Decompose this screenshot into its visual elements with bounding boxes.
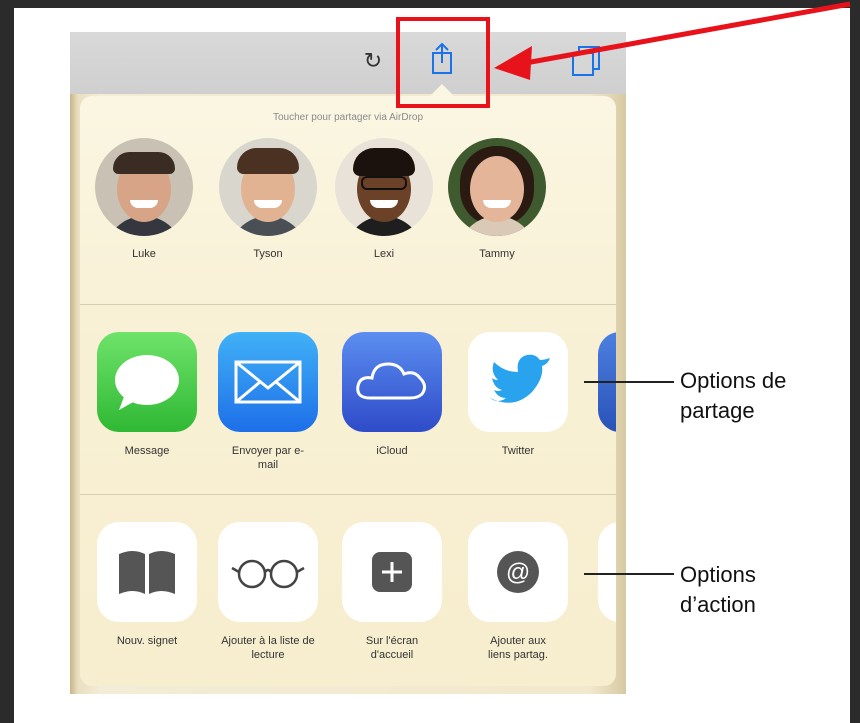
app-label: iCloud [376,445,408,457]
airdrop-contact[interactable]: Tammy [445,138,549,260]
svg-text:@: @ [506,559,530,586]
app-label: Message [124,445,170,457]
action-label: Sur l'écran d'accueil [365,635,419,661]
contact-name: Lexi [373,248,395,260]
app-label: Envoyer par e-mail [231,445,305,471]
bookmark-icon [97,522,197,622]
airdrop-contact[interactable]: Luke [92,138,196,260]
action-add-home[interactable]: Sur l'écran d'accueil [337,522,447,662]
action-reading-list[interactable]: Ajouter à la liste de lecture [216,522,320,662]
action-label: Ajouter aux liens partag. [488,635,548,661]
share-app-twitter[interactable]: Twitter [463,332,573,458]
app-label: Twitter [501,445,535,457]
avatar [448,138,546,236]
icloud-icon [342,332,442,432]
share-app-icloud[interactable]: iCloud [337,332,447,458]
twitter-icon [468,332,568,432]
avatar [219,138,317,236]
section-divider [80,304,616,305]
avatar [95,138,193,236]
pointer-arrow [494,1,851,80]
action-bookmark[interactable]: Nouv. signet [92,522,202,648]
action-shared-links[interactable]: @ Ajouter aux liens partag. [463,522,573,662]
contact-name: Tammy [479,248,515,260]
section-divider [80,494,616,495]
action-label: Ajouter à la liste de lecture [221,635,315,661]
callout-line [584,573,674,575]
reading-list-icon [218,522,318,622]
avatar [335,138,433,236]
add-home-icon [342,522,442,622]
callout-line [584,381,674,383]
callout-action-options: Options d’action [680,562,756,617]
more-actions-icon[interactable] [598,522,616,622]
action-label: Nouv. signet [116,635,178,647]
message-icon [97,332,197,432]
shared-links-icon: @ [468,522,568,622]
mail-icon [218,332,318,432]
share-sheet: Toucher pour partager via AirDrop Luke T… [80,96,616,686]
airdrop-contact[interactable]: Lexi [332,138,436,260]
contact-name: Tyson [253,248,283,260]
contact-name: Luke [132,248,156,260]
share-app-mail[interactable]: Envoyer par e-mail [216,332,320,472]
callout-share-options: Options de partage [680,368,787,423]
share-app-message[interactable]: Message [92,332,202,458]
airdrop-contact[interactable]: Tyson [216,138,320,260]
